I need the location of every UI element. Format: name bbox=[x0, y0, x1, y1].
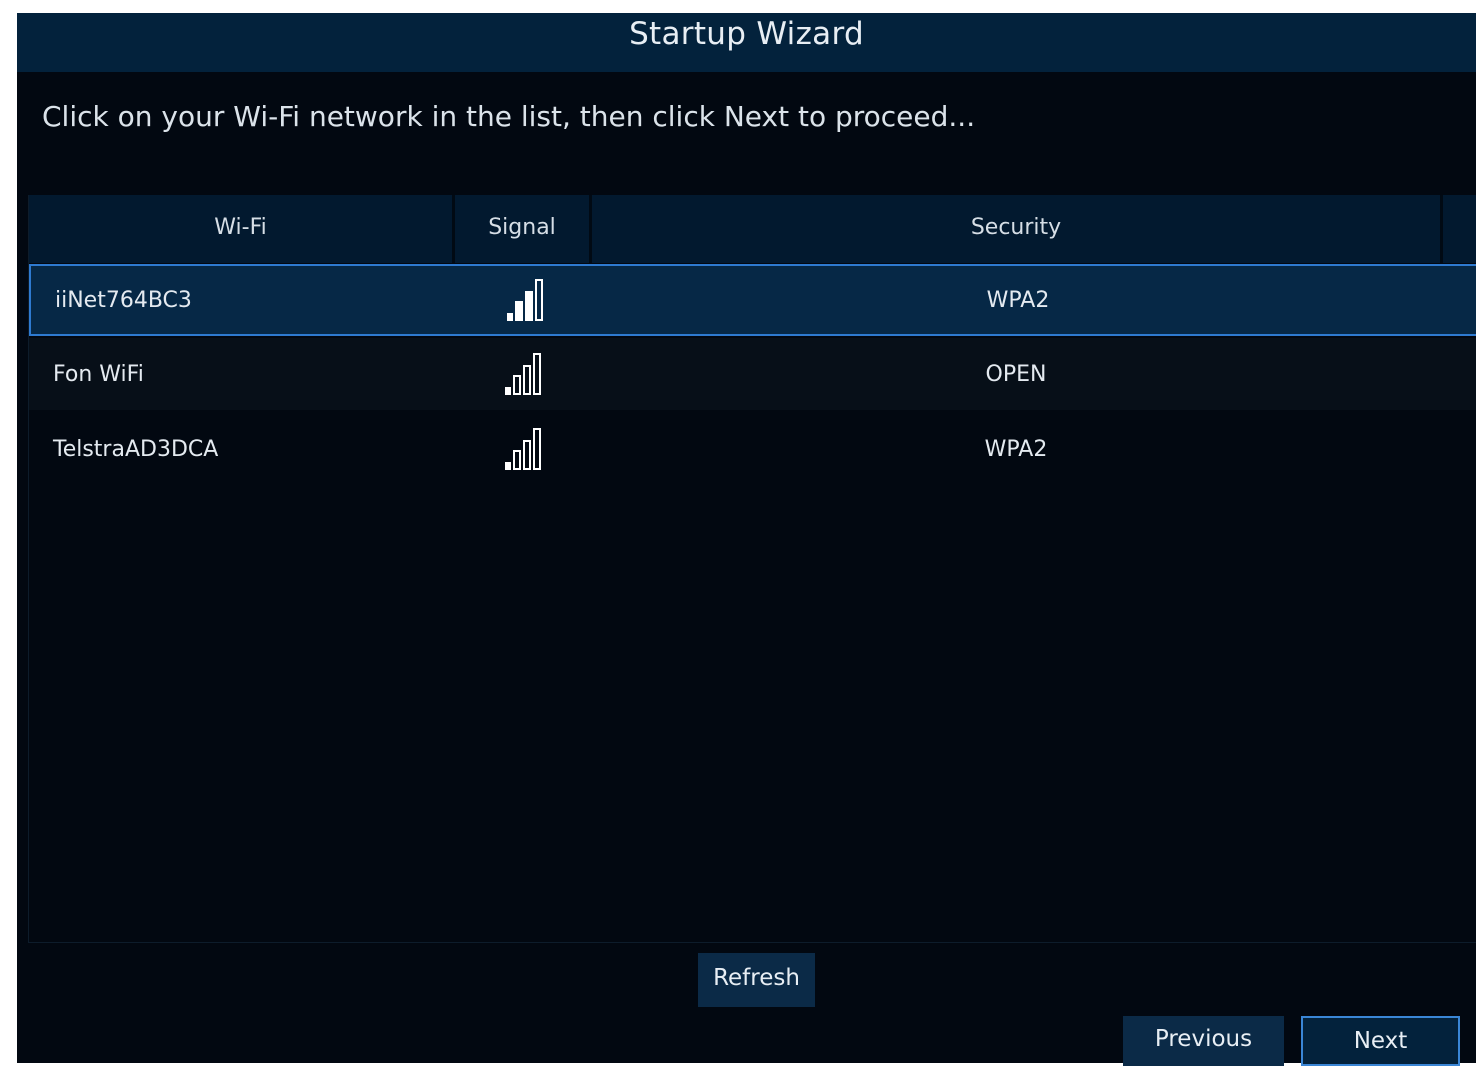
signal-strength-icon bbox=[503, 277, 543, 323]
column-header-signal[interactable]: Signal bbox=[455, 195, 592, 263]
security-type: WPA2 bbox=[984, 436, 1048, 462]
signal-bar bbox=[513, 450, 521, 470]
refresh-button[interactable]: Refresh bbox=[698, 953, 815, 1007]
security-type: WPA2 bbox=[986, 287, 1050, 313]
startup-wizard-window: Startup Wizard Click on your Wi-Fi netwo… bbox=[17, 13, 1476, 1066]
signal-bar bbox=[513, 375, 521, 395]
window-title: Startup Wizard bbox=[17, 13, 1476, 72]
signal-bar bbox=[525, 291, 533, 321]
signal-bar bbox=[535, 279, 543, 321]
wifi-row[interactable]: Fon WiFi OPEN bbox=[29, 338, 1476, 410]
signal-bar bbox=[533, 353, 541, 395]
column-header-wifi[interactable]: Wi-Fi bbox=[29, 195, 455, 263]
signal-bar bbox=[505, 387, 511, 395]
signal-bar bbox=[507, 313, 513, 321]
signal-bar bbox=[515, 301, 523, 321]
instruction-text: Click on your Wi-Fi network in the list,… bbox=[42, 100, 976, 133]
wifi-name: TelstraAD3DCA bbox=[53, 436, 219, 462]
column-header-security[interactable]: Security bbox=[592, 195, 1440, 263]
column-header-spacer bbox=[1440, 195, 1476, 263]
signal-cell bbox=[499, 413, 543, 485]
signal-cell bbox=[499, 338, 543, 410]
wifi-name: iiNet764BC3 bbox=[55, 287, 192, 313]
wifi-row[interactable]: iiNet764BC3 WPA2 bbox=[29, 264, 1476, 336]
signal-bar bbox=[533, 428, 541, 470]
wifi-name: Fon WiFi bbox=[53, 361, 144, 387]
table-header: Wi-Fi Signal Security bbox=[29, 195, 1476, 263]
signal-bar bbox=[523, 440, 531, 470]
signal-bar bbox=[523, 365, 531, 395]
wifi-network-table: Wi-Fi Signal Security iiNet764BC3 WPA2 F… bbox=[28, 195, 1476, 943]
signal-strength-icon bbox=[501, 351, 541, 397]
next-button[interactable]: Next bbox=[1301, 1016, 1460, 1066]
previous-button[interactable]: Previous bbox=[1123, 1016, 1284, 1066]
security-type: OPEN bbox=[985, 361, 1047, 387]
signal-strength-icon bbox=[501, 426, 541, 472]
wifi-row[interactable]: TelstraAD3DCA WPA2 bbox=[29, 413, 1476, 485]
signal-bar bbox=[505, 462, 511, 470]
signal-cell bbox=[501, 266, 545, 334]
